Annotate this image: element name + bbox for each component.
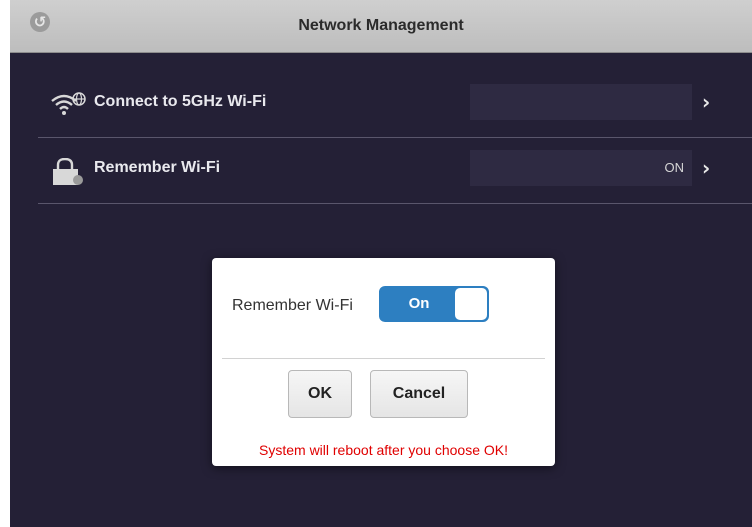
dialog-divider xyxy=(222,358,545,359)
setting-label: Remember Wi-Fi xyxy=(94,159,221,176)
remember-wifi-toggle[interactable]: On xyxy=(379,286,489,322)
cancel-button[interactable]: Cancel xyxy=(370,370,468,418)
ok-button[interactable]: OK xyxy=(288,370,352,418)
dialog-label: Remember Wi-Fi xyxy=(232,297,353,314)
page-title: Network Management xyxy=(298,17,464,34)
divider xyxy=(38,203,752,204)
lock-wifi-icon xyxy=(50,157,88,185)
setting-value[interactable]: ON xyxy=(470,150,692,186)
chevron-right-icon[interactable]: › xyxy=(702,156,710,180)
toggle-text: On xyxy=(408,295,430,312)
setting-row-remember-wifi[interactable]: Remember Wi-Fi ON › xyxy=(38,138,752,202)
setting-row-5ghz[interactable]: Connect to 5GHz Wi-Fi › xyxy=(38,72,752,136)
setting-value[interactable] xyxy=(470,84,692,120)
wifi-globe-icon xyxy=(50,92,88,118)
header-bar: ↺ Network Management xyxy=(10,0,752,53)
warning-text: System will reboot after you choose OK! xyxy=(259,442,508,458)
chevron-right-icon[interactable]: › xyxy=(702,90,710,114)
setting-label: Connect to 5GHz Wi-Fi xyxy=(94,93,267,110)
confirm-dialog: Remember Wi-Fi On OK Cancel System will … xyxy=(212,258,555,466)
toggle-knob[interactable] xyxy=(455,288,487,320)
